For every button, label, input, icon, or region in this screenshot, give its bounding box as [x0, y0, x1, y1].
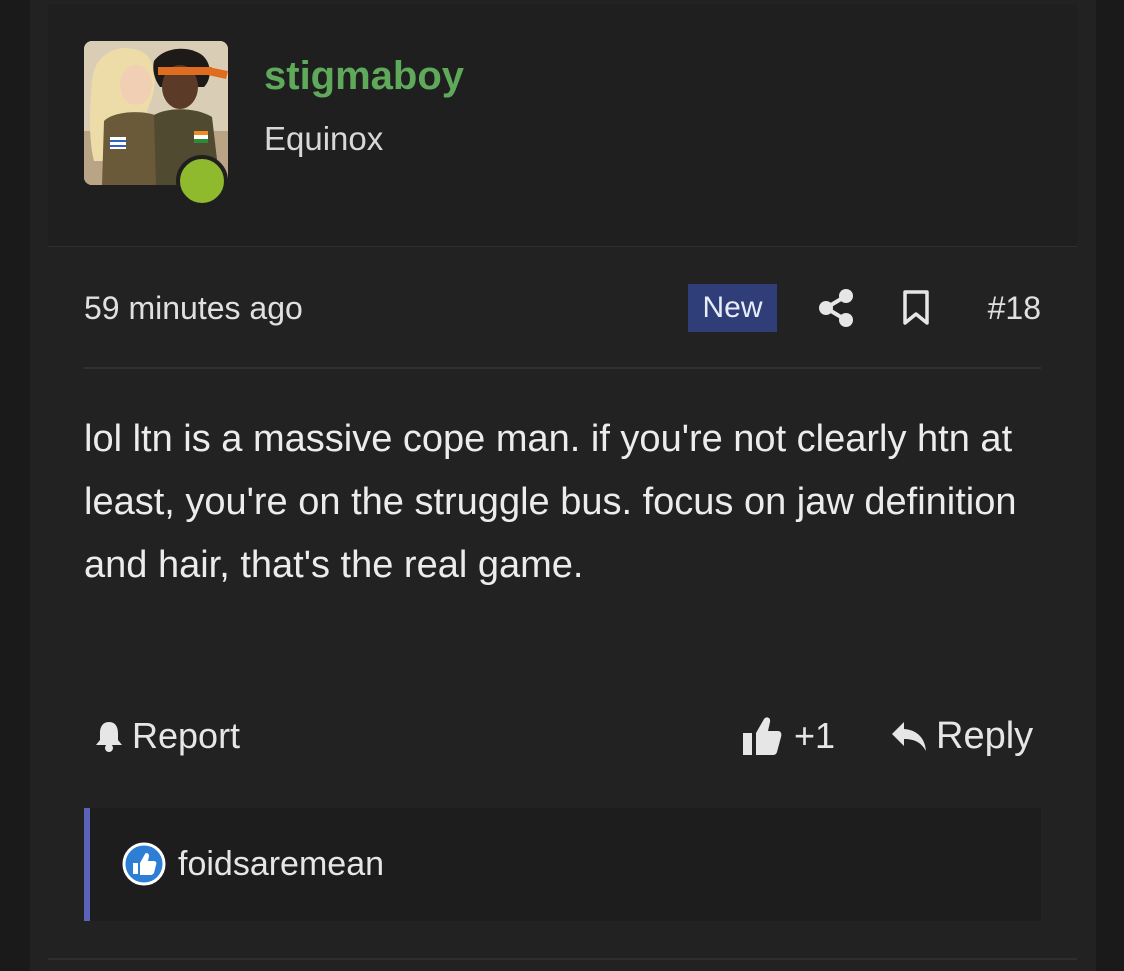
reply-button[interactable]: Reply — [890, 712, 1033, 760]
meta-divider — [84, 367, 1041, 369]
post-meta-bar: 59 minutes ago New #18 — [84, 282, 1041, 334]
bookmark-icon[interactable] — [902, 290, 930, 326]
next-post-divider — [48, 958, 1077, 960]
reactions-bar[interactable]: foidsaremean — [84, 808, 1041, 921]
reply-label: Reply — [936, 714, 1034, 757]
post-body: lol ltn is a massive cope man. if you're… — [84, 418, 1017, 586]
like-button[interactable]: +1 — [742, 712, 835, 760]
user-title: Equinox — [264, 120, 384, 157]
post-number-link[interactable]: #18 — [988, 286, 1041, 330]
like-count: +1 — [794, 715, 836, 756]
reaction-username[interactable]: foidsaremean — [178, 842, 384, 886]
username-link[interactable]: stigmaboy — [264, 52, 464, 100]
post-actions: Report +1 Reply — [84, 706, 1041, 766]
share-icon[interactable] — [818, 288, 854, 328]
page: stigmaboy Equinox 59 minutes ago New #18… — [0, 0, 1124, 971]
reply-arrow-icon — [892, 722, 926, 751]
thumbs-up-icon — [743, 717, 782, 755]
post-timestamp[interactable]: 59 minutes ago — [84, 286, 303, 330]
bell-icon — [96, 722, 122, 752]
like-reaction-icon — [122, 842, 166, 886]
new-badge: New — [688, 284, 777, 332]
report-label: Report — [132, 715, 241, 756]
online-status-indicator — [176, 155, 228, 207]
report-button[interactable]: Report — [92, 712, 240, 760]
